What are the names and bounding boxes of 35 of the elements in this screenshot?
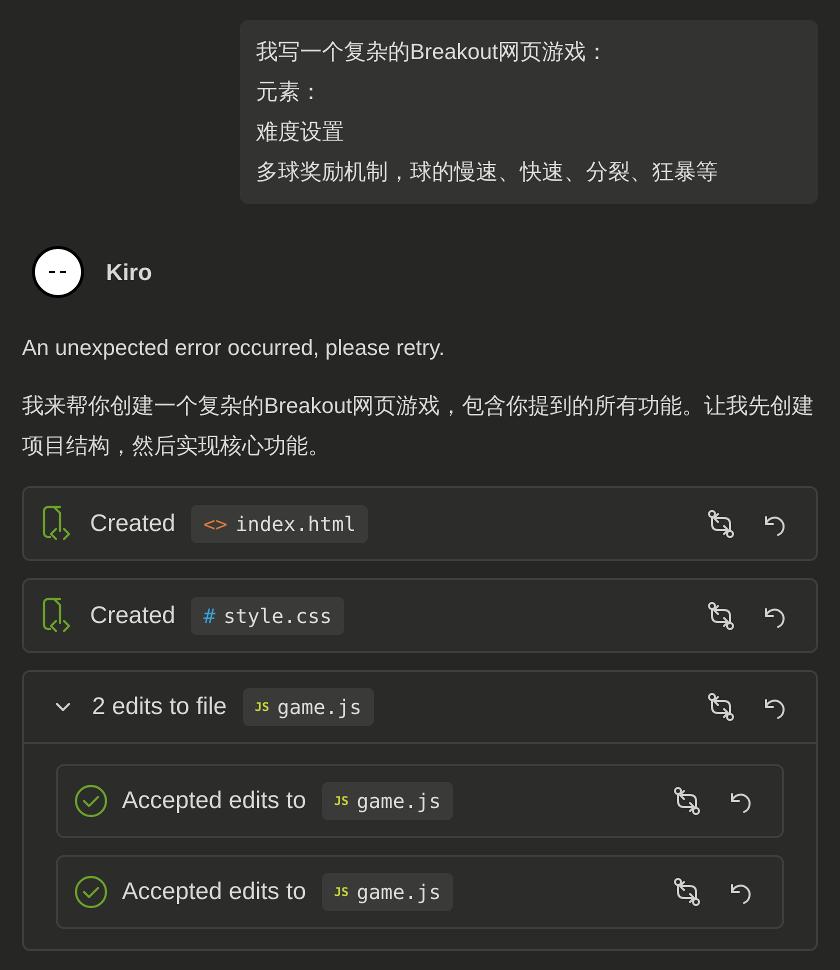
compare-icon[interactable] [672, 786, 702, 816]
message-text: 元素： [256, 78, 323, 106]
file-name: game.js [277, 694, 362, 721]
file-type-icon: JS [254, 698, 270, 716]
agent-name: Kiro [106, 258, 152, 287]
compare-icon[interactable] [706, 508, 736, 538]
file-type-icon: JS [334, 792, 349, 810]
check-circle-icon [74, 784, 108, 818]
compare-icon[interactable] [706, 692, 736, 722]
avatar-icon [32, 246, 84, 298]
file-type-icon: # [203, 600, 216, 630]
file-type-icon: JS [334, 883, 349, 901]
compare-icon[interactable] [672, 877, 702, 907]
action-label: Created [90, 508, 176, 538]
message-text: 我写一个复杂的Breakout网页游戏： [256, 38, 610, 66]
action-label: Created [90, 600, 176, 630]
compare-icon[interactable] [706, 600, 736, 630]
message-text: 我来帮你创建一个复杂的Breakout网页游戏，包含你提到的所有功能。让我先创建项目结构，然后实现核心功能。 [22, 392, 816, 460]
file-name: game.js [356, 788, 441, 815]
file-chip[interactable]: <> index.html [191, 504, 368, 542]
file-chip[interactable]: JS game.js [322, 873, 453, 911]
file-chip[interactable]: JS game.js [322, 782, 453, 820]
file-chip[interactable]: JS game.js [242, 688, 374, 726]
check-circle-icon [74, 875, 108, 909]
message-text: 难度设置 [256, 118, 345, 146]
file-name: game.js [356, 879, 441, 906]
file-name: style.css [223, 602, 332, 630]
message-text: 多球奖励机制，球的慢速、快速、分裂、狂暴等 [256, 158, 719, 186]
action-label: Accepted edits to [122, 786, 306, 816]
message-text: An unexpected error occurred, please retry. [22, 334, 446, 362]
action-label: 2 edits to file [92, 692, 227, 722]
file-name: index.html [235, 510, 356, 538]
action-label: Accepted edits to [122, 877, 306, 907]
file-type-icon: <> [203, 508, 228, 538]
file-chip[interactable]: # style.css [191, 596, 344, 634]
